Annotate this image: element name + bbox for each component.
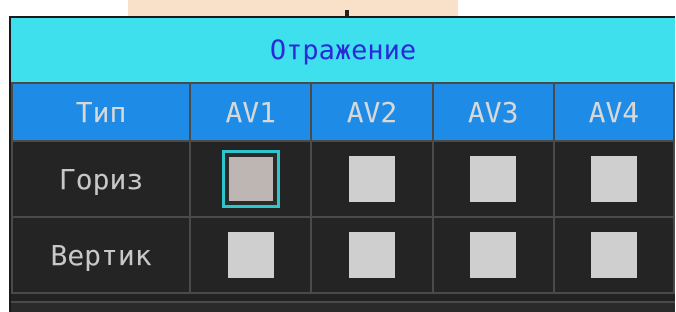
horizontal-av1-checkbox[interactable] (221, 150, 280, 208)
row-vertical: Вертик (11, 216, 675, 294)
cell-vertical-av1 (189, 216, 313, 294)
panel-footer (11, 301, 675, 312)
vertical-av4-checkbox[interactable] (590, 232, 637, 278)
cell-vertical-av3 (431, 216, 555, 294)
vertical-av2-checkbox[interactable] (348, 232, 395, 278)
mirror-settings-panel: Отражение Тип AV1 AV2 AV3 AV4 Гориз Верт… (9, 16, 675, 312)
horizontal-av2-checkbox[interactable] (348, 156, 395, 202)
header-row: Тип AV1 AV2 AV3 AV4 (11, 82, 675, 142)
vertical-av3-checkbox[interactable] (470, 232, 517, 278)
column-header-av1: AV1 (189, 82, 313, 142)
column-header-av3: AV3 (431, 82, 555, 142)
cell-horizontal-av1 (189, 140, 313, 218)
column-header-av2: AV2 (310, 82, 434, 142)
column-header-type: Тип (11, 82, 192, 142)
mirror-table: Тип AV1 AV2 AV3 AV4 Гориз Вертик (11, 82, 675, 294)
cell-vertical-av2 (310, 216, 434, 294)
cell-vertical-av4 (552, 216, 675, 294)
cell-horizontal-av2 (310, 140, 434, 218)
vertical-av1-checkbox[interactable] (227, 232, 274, 278)
row-horizontal: Гориз (11, 140, 675, 218)
row-label-horizontal: Гориз (11, 140, 192, 218)
cell-horizontal-av4 (552, 140, 675, 218)
column-header-av4: AV4 (552, 82, 675, 142)
cell-horizontal-av3 (431, 140, 555, 218)
screen: Отражение Тип AV1 AV2 AV3 AV4 Гориз Верт… (0, 0, 676, 312)
row-label-vertical: Вертик (11, 216, 192, 294)
horizontal-av4-checkbox[interactable] (590, 156, 637, 202)
horizontal-av3-checkbox[interactable] (470, 156, 517, 202)
panel-title: Отражение (11, 18, 675, 82)
